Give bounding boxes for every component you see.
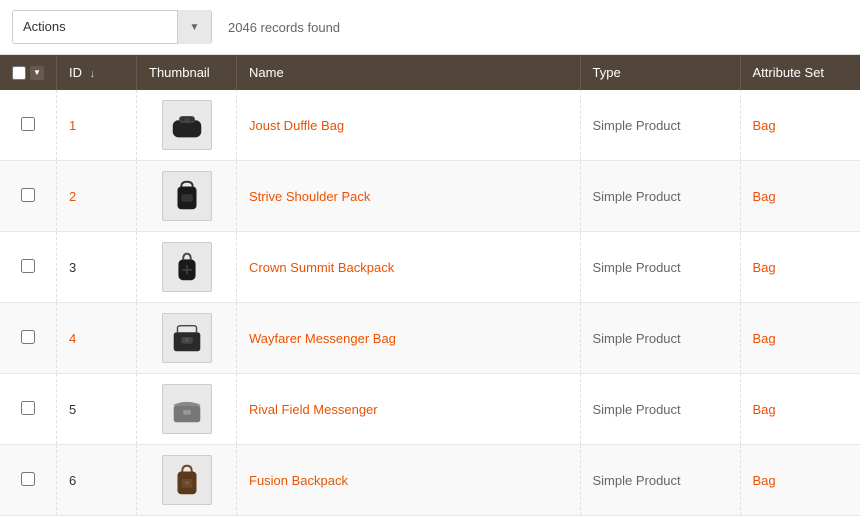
id-value: 3 (69, 260, 76, 275)
records-count: 2046 records found (228, 20, 340, 35)
id-link[interactable]: 2 (69, 189, 76, 204)
table-header-row: ▼ ID ↓ Thumbnail Name Type Attribute Set (0, 55, 860, 90)
table-row: 3 Crown Summit Backpack Simple Product B… (0, 232, 860, 303)
table-row: 1 Joust Duffle Bag Simple Product Bag (0, 90, 860, 161)
sort-desc-icon[interactable]: ↓ (90, 68, 96, 80)
attribute-set-value: Bag (753, 189, 776, 204)
row-thumbnail (137, 374, 237, 445)
table-row: 2 Strive Shoulder Pack Simple Product Ba… (0, 161, 860, 232)
row-name: Crown Summit Backpack (237, 232, 581, 303)
attribute-set-value: Bag (753, 118, 776, 133)
row-attribute-set: Bag (740, 90, 860, 161)
row-checkbox-cell (0, 374, 57, 445)
actions-dropdown[interactable]: Actions ▼ (12, 10, 212, 44)
product-name-link[interactable]: Strive Shoulder Pack (249, 189, 370, 204)
product-thumbnail (162, 242, 212, 292)
product-name-link[interactable]: Crown Summit Backpack (249, 260, 394, 275)
product-type: Simple Product (593, 189, 681, 204)
row-id: 3 (57, 232, 137, 303)
attribute-set-value: Bag (753, 402, 776, 417)
actions-dropdown-arrow[interactable]: ▼ (177, 10, 211, 44)
header-name: Name (237, 55, 581, 90)
row-attribute-set: Bag (740, 303, 860, 374)
row-attribute-set: Bag (740, 232, 860, 303)
row-checkbox-cell (0, 303, 57, 374)
row-thumbnail (137, 90, 237, 161)
product-type: Simple Product (593, 331, 681, 346)
row-thumbnail (137, 445, 237, 516)
row-checkbox[interactable] (21, 117, 35, 131)
id-value: 5 (69, 402, 76, 417)
row-id: 2 (57, 161, 137, 232)
row-type: Simple Product (580, 90, 740, 161)
attribute-set-value: Bag (753, 331, 776, 346)
row-type: Simple Product (580, 303, 740, 374)
row-checkbox-cell (0, 90, 57, 161)
product-name-link[interactable]: Joust Duffle Bag (249, 118, 344, 133)
table-row: 6 Fusion Backpack Simple Product Bag (0, 445, 860, 516)
chevron-down-icon: ▼ (190, 22, 200, 33)
row-attribute-set: Bag (740, 161, 860, 232)
id-link[interactable]: 1 (69, 118, 76, 133)
row-name: Rival Field Messenger (237, 374, 581, 445)
product-thumbnail (162, 455, 212, 505)
header-select-dropdown[interactable]: ▼ (30, 66, 44, 80)
row-thumbnail (137, 303, 237, 374)
product-thumbnail (162, 384, 212, 434)
row-checkbox-cell (0, 445, 57, 516)
row-checkbox[interactable] (21, 259, 35, 273)
row-thumbnail (137, 232, 237, 303)
row-id: 6 (57, 445, 137, 516)
id-value: 6 (69, 473, 76, 488)
row-name: Joust Duffle Bag (237, 90, 581, 161)
header-type: Type (580, 55, 740, 90)
product-thumbnail (162, 313, 212, 363)
table-row: 5 Rival Field Messenger Simple Product B… (0, 374, 860, 445)
header-thumbnail: Thumbnail (137, 55, 237, 90)
product-type: Simple Product (593, 118, 681, 133)
toolbar: Actions ▼ 2046 records found (0, 0, 860, 55)
row-name: Fusion Backpack (237, 445, 581, 516)
header-attribute-set: Attribute Set (740, 55, 860, 90)
header-id: ID ↓ (57, 55, 137, 90)
row-checkbox-cell (0, 232, 57, 303)
row-checkbox-cell (0, 161, 57, 232)
chevron-down-icon-small: ▼ (33, 68, 41, 77)
row-name: Strive Shoulder Pack (237, 161, 581, 232)
row-type: Simple Product (580, 161, 740, 232)
row-name: Wayfarer Messenger Bag (237, 303, 581, 374)
row-id: 4 (57, 303, 137, 374)
product-thumbnail (162, 171, 212, 221)
product-name-link[interactable]: Rival Field Messenger (249, 402, 378, 417)
header-checkbox-cell: ▼ (0, 55, 57, 90)
attribute-set-value: Bag (753, 260, 776, 275)
product-type: Simple Product (593, 473, 681, 488)
row-attribute-set: Bag (740, 374, 860, 445)
row-type: Simple Product (580, 232, 740, 303)
row-id: 1 (57, 90, 137, 161)
product-type: Simple Product (593, 260, 681, 275)
product-type: Simple Product (593, 402, 681, 417)
row-id: 5 (57, 374, 137, 445)
row-attribute-set: Bag (740, 445, 860, 516)
row-checkbox[interactable] (21, 330, 35, 344)
row-checkbox[interactable] (21, 472, 35, 486)
product-name-link[interactable]: Wayfarer Messenger Bag (249, 331, 396, 346)
products-table: ▼ ID ↓ Thumbnail Name Type Attribute Set (0, 55, 860, 516)
row-thumbnail (137, 161, 237, 232)
attribute-set-value: Bag (753, 473, 776, 488)
product-name-link[interactable]: Fusion Backpack (249, 473, 348, 488)
select-all-checkbox[interactable] (12, 66, 26, 80)
row-checkbox[interactable] (21, 401, 35, 415)
actions-label: Actions (13, 10, 177, 44)
row-type: Simple Product (580, 374, 740, 445)
product-thumbnail (162, 100, 212, 150)
row-checkbox[interactable] (21, 188, 35, 202)
id-header-label: ID (69, 65, 82, 80)
id-link[interactable]: 4 (69, 331, 76, 346)
table-row: 4 Wayfarer Messenger Bag Simple Product … (0, 303, 860, 374)
header-checkbox-area: ▼ (12, 66, 44, 80)
row-type: Simple Product (580, 445, 740, 516)
